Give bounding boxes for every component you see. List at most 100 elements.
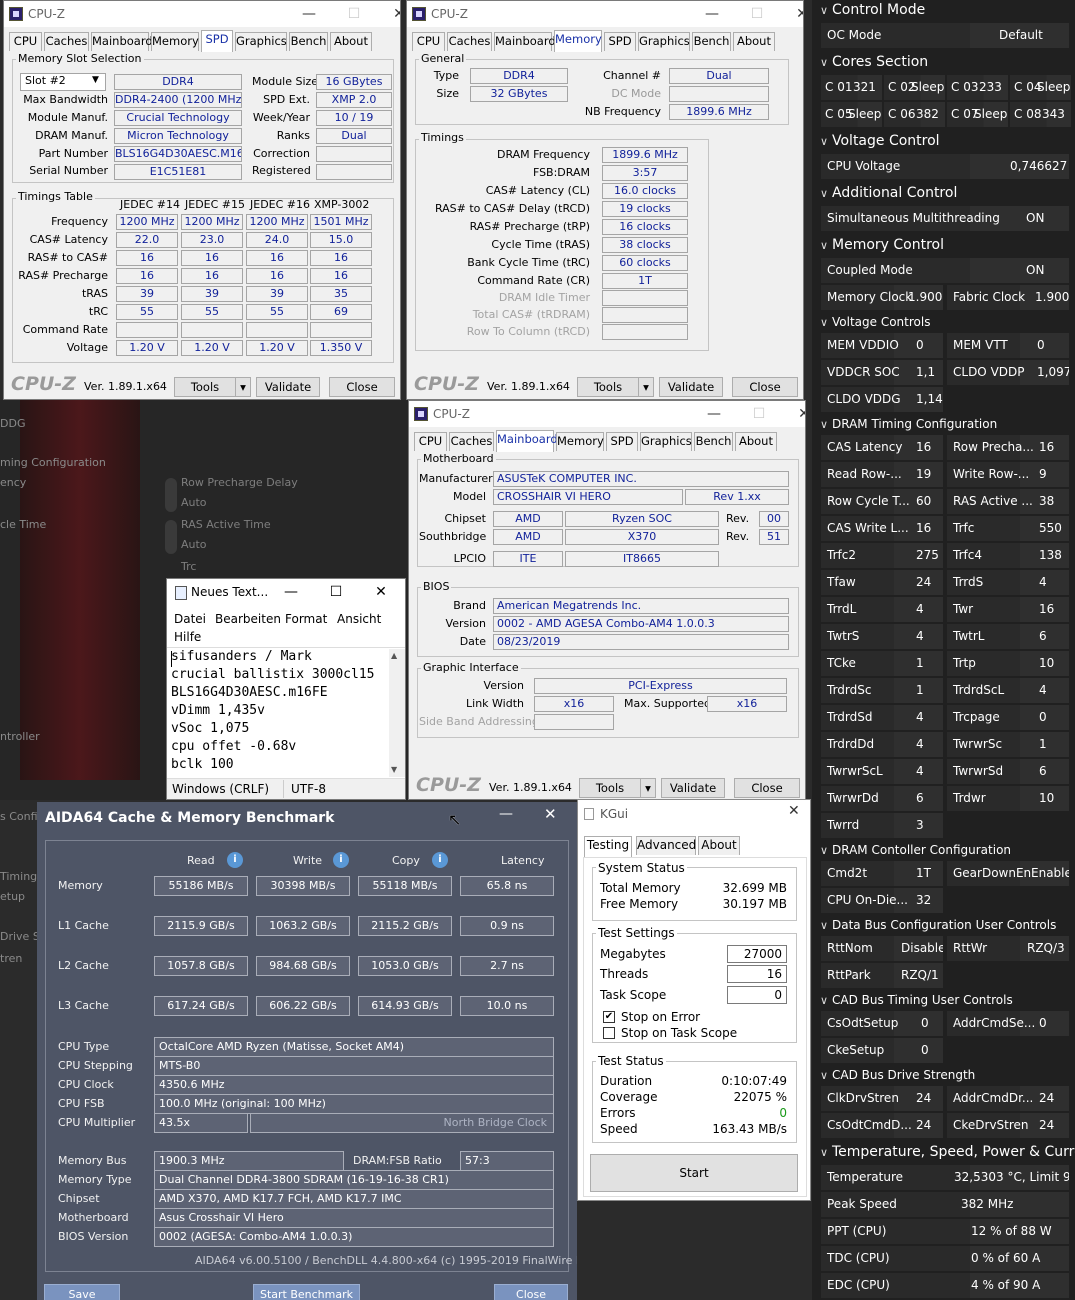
info-icon[interactable]: i — [432, 852, 448, 868]
section-header[interactable]: ∨ CAD Bus Timing User Controls — [820, 993, 1013, 1007]
section-header[interactable]: ∨ Cores Section — [820, 54, 928, 70]
tab-memory[interactable]: Memory — [151, 32, 199, 51]
tools-button[interactable]: Tools — [577, 377, 639, 397]
tools-dropdown-arrow[interactable]: ▾ — [235, 377, 251, 397]
tab-bench[interactable]: Bench — [692, 32, 731, 51]
validate-button[interactable]: Validate — [256, 377, 320, 397]
close-icon[interactable]: ✕ — [788, 803, 806, 821]
background-toggle — [165, 520, 177, 554]
setting-label: Row Precha... — [953, 440, 1034, 454]
tab-mainboard[interactable]: Mainboard — [496, 430, 558, 452]
menu-bearbeiten[interactable]: Bearbeiten — [215, 612, 281, 626]
tab-mainboard[interactable]: Mainboard — [91, 32, 153, 51]
maximize-icon[interactable]: ☐ — [343, 4, 365, 24]
vertical-scrollbar[interactable] — [389, 649, 405, 777]
close-button[interactable]: Close — [329, 377, 395, 397]
close-button[interactable]: Close — [494, 1284, 568, 1300]
section-header[interactable]: ∨ Memory Control — [820, 237, 944, 253]
bench-row-label: L1 Cache — [58, 919, 109, 932]
tab-testing[interactable]: Testing — [584, 836, 632, 858]
close-button[interactable]: Close — [734, 778, 800, 798]
tab-graphics[interactable]: Graphics — [235, 32, 287, 51]
cpuz-app-icon — [412, 7, 426, 21]
tab-about[interactable]: About — [330, 32, 372, 51]
menu-ansicht[interactable]: Ansicht — [337, 612, 381, 626]
close-icon[interactable]: ✕ — [793, 404, 805, 424]
info-icon[interactable]: i — [333, 852, 349, 868]
scroll-down-icon[interactable]: ▼ — [391, 765, 403, 775]
threads-input[interactable]: 16 — [727, 965, 787, 983]
value-module_size: 16 GBytes — [316, 74, 392, 90]
section-header[interactable]: ∨ Control Mode — [820, 2, 925, 18]
save-button[interactable]: Save — [44, 1284, 120, 1300]
timing-row-label: RAS# Precharge — [18, 269, 108, 282]
tab-spd[interactable]: SPD — [606, 432, 638, 451]
close-icon[interactable]: ✕ — [544, 805, 564, 825]
menu-hilfe[interactable]: Hilfe — [174, 630, 201, 644]
minimize-icon[interactable]: — — [703, 404, 725, 424]
close-button[interactable]: Close — [732, 377, 798, 397]
close-icon[interactable]: ✕ — [388, 4, 400, 24]
tab-memory[interactable]: Memory — [556, 432, 604, 451]
tab-spd[interactable]: SPD — [201, 30, 233, 52]
tab-cpu[interactable]: CPU — [412, 32, 445, 51]
tools-button[interactable]: Tools — [579, 778, 641, 798]
tab-cpu[interactable]: CPU — [9, 32, 42, 51]
tab-memory[interactable]: Memory — [554, 30, 602, 52]
tab-cpu[interactable]: CPU — [414, 432, 447, 451]
menu-format[interactable]: Format — [285, 612, 327, 626]
tab-caches[interactable]: Caches — [44, 32, 89, 51]
validate-button[interactable]: Validate — [659, 377, 723, 397]
ryzen-master-panel: ∨ Control Mode OC Mode Default ∨ Cores Sect… — [812, 0, 1075, 1300]
minimize-icon[interactable]: — — [298, 4, 320, 24]
stop-on-scope-checkbox[interactable] — [603, 1027, 615, 1039]
setting-label: Tfaw — [827, 575, 856, 589]
maximize-icon[interactable]: ☐ — [748, 404, 770, 424]
tab-about[interactable]: About — [698, 836, 740, 855]
minimize-icon[interactable]: — — [701, 4, 723, 24]
setting-value: 4 — [916, 737, 924, 751]
start-benchmark-button[interactable]: Start Benchmark — [253, 1284, 360, 1300]
mb-input[interactable]: 27000 — [727, 945, 787, 963]
maximize-icon[interactable]: ☐ — [746, 4, 768, 24]
setting-label: MEM VDDIO — [827, 338, 899, 352]
tab-about[interactable]: About — [733, 32, 775, 51]
tab-bench[interactable]: Bench — [694, 432, 733, 451]
close-icon[interactable]: ✕ — [370, 582, 392, 602]
section-header[interactable]: ∨ Temperature, Speed, Power & Current — [820, 1144, 1075, 1160]
slot-dropdown-icon[interactable]: ▼ — [92, 75, 104, 89]
info-icon[interactable]: i — [227, 852, 243, 868]
section-header[interactable]: ∨ DRAM Contoller Configuration — [820, 843, 1011, 857]
section-header[interactable]: ∨ Voltage Controls — [820, 315, 930, 329]
close-icon[interactable]: ✕ — [791, 4, 803, 24]
tools-dropdown-arrow[interactable]: ▾ — [638, 377, 654, 397]
bench-value: 2.7 ns — [460, 956, 554, 976]
minimize-icon[interactable]: — — [499, 806, 519, 826]
tab-advanced[interactable]: Advanced — [636, 836, 696, 855]
start-button[interactable]: Start — [590, 1154, 798, 1192]
scope-input[interactable]: 0 — [727, 986, 787, 1004]
section-header[interactable]: ∨ DRAM Timing Configuration — [820, 417, 997, 431]
tools-button[interactable]: Tools — [174, 377, 236, 397]
menu-datei[interactable]: Datei — [174, 612, 206, 626]
tools-dropdown-arrow[interactable]: ▾ — [640, 778, 656, 798]
tab-bench[interactable]: Bench — [289, 32, 328, 51]
scroll-up-icon[interactable]: ▲ — [391, 651, 403, 661]
tab-mainboard[interactable]: Mainboard — [494, 32, 556, 51]
setting-value: 0 — [921, 1043, 929, 1057]
tab-caches[interactable]: Caches — [447, 32, 492, 51]
tab-about[interactable]: About — [735, 432, 777, 451]
minimize-icon[interactable]: — — [280, 582, 302, 602]
section-header[interactable]: ∨ Data Bus Configuration User Controls — [820, 918, 1056, 932]
tab-spd[interactable]: SPD — [604, 32, 636, 51]
maximize-icon[interactable]: ☐ — [325, 582, 347, 602]
tab-caches[interactable]: Caches — [449, 432, 494, 451]
validate-button[interactable]: Validate — [661, 778, 725, 798]
section-header[interactable]: ∨ Voltage Control — [820, 133, 940, 149]
section-header[interactable]: ∨ Additional Control — [820, 185, 957, 201]
tab-graphics[interactable]: Graphics — [640, 432, 692, 451]
section-header[interactable]: ∨ CAD Bus Drive Strength — [820, 1068, 975, 1082]
stop-on-error-checkbox[interactable]: ✔ — [603, 1011, 615, 1023]
timing-cell: 1200 MHz — [116, 214, 178, 230]
tab-graphics[interactable]: Graphics — [638, 32, 690, 51]
